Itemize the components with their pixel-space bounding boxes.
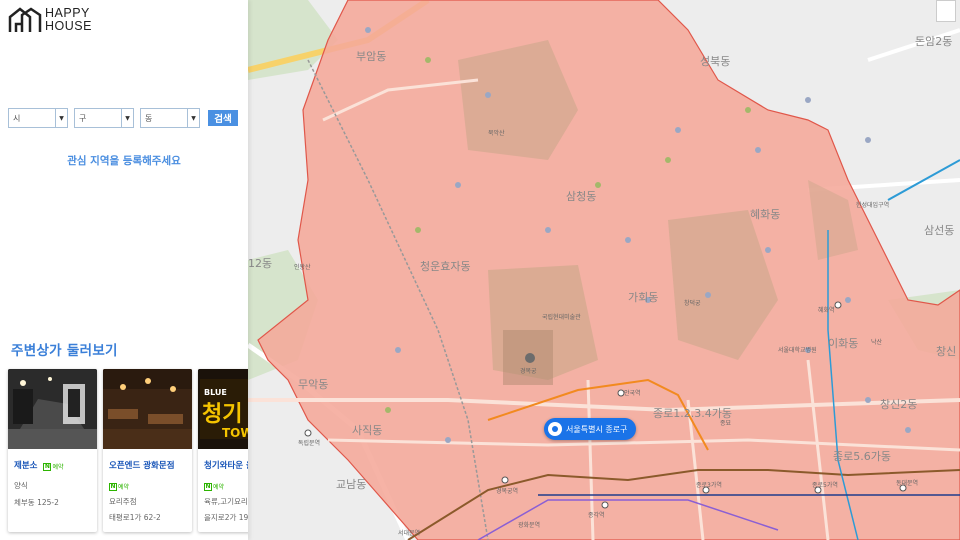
label-jonggak-station: 종각역 bbox=[588, 512, 605, 519]
npay-reservation-badge: N 예약 bbox=[204, 482, 224, 491]
npay-reservation-line: N 예약 bbox=[109, 473, 129, 492]
store-name: 오픈엔드 광화문점 bbox=[109, 461, 175, 471]
store-card[interactable]: 제분소 N 예약 양식 체부동 125-2 bbox=[8, 369, 97, 532]
npay-label: 예약 bbox=[213, 484, 225, 491]
store-name: 청기와타운 을지로 bbox=[204, 461, 248, 471]
label-gyeongbokgung: 경복궁 bbox=[520, 368, 537, 375]
npay-icon: N bbox=[43, 462, 52, 471]
label-buam: 부암동 bbox=[356, 50, 387, 63]
search-button[interactable]: 검색 bbox=[208, 110, 238, 126]
city-select[interactable]: 시 ▼ bbox=[8, 108, 68, 128]
label-samcheong: 삼청동 bbox=[566, 190, 597, 203]
label-jongno5-station: 종로5가역 bbox=[812, 482, 838, 489]
npay-label: 예약 bbox=[118, 484, 130, 491]
region-search-form: 시 ▼ 구 ▼ 동 ▼ 검색 bbox=[8, 108, 238, 128]
section-title: 주변상가 둘러보기 bbox=[11, 343, 118, 359]
chevron-down-icon: ▼ bbox=[121, 109, 133, 127]
label-hyehwa-station: 혜화역 bbox=[818, 307, 835, 314]
label-dongdaemun-station: 동대문역 bbox=[896, 480, 919, 487]
label-changdeokgung: 창덕궁 bbox=[684, 300, 701, 307]
store-address: 을지로2가 199 bbox=[204, 513, 248, 522]
label-anguk-station: 안국역 bbox=[624, 390, 641, 397]
label-jongno3-station: 종로3가역 bbox=[696, 482, 722, 489]
npay-reservation-line: N 예약 bbox=[204, 473, 224, 492]
district-select[interactable]: 구 ▼ bbox=[74, 108, 134, 128]
logo-line2: HOUSE bbox=[45, 19, 92, 33]
dong-select[interactable]: 동 ▼ bbox=[140, 108, 200, 128]
label-bugaksan: 북악산 bbox=[488, 130, 505, 137]
npay-icon: N bbox=[204, 482, 212, 491]
logo[interactable]: HAPPY HOUSE bbox=[8, 6, 92, 34]
store-photo: BLUE 청기 TOW bbox=[198, 369, 248, 449]
store-card[interactable]: BLUE 청기 TOW 청기와타운 을지로 N예약 육류,고기요리 을지로2가 … bbox=[198, 369, 248, 532]
label-hansung-station: 한성대입구역 bbox=[856, 202, 890, 209]
store-photo bbox=[8, 369, 97, 449]
store-photo bbox=[103, 369, 192, 449]
store-name: 제분소 N 예약 bbox=[14, 459, 63, 471]
label-dongnimmun-station: 독립문역 bbox=[298, 440, 321, 447]
label-cheongun: 청운효자동 bbox=[420, 260, 471, 273]
label-ihwa: 이화동 bbox=[828, 337, 859, 350]
chevron-down-icon: ▼ bbox=[187, 109, 199, 127]
map-pin-icon bbox=[548, 422, 562, 436]
label-samseon: 삼선동 bbox=[924, 224, 955, 237]
store-card-list: 제분소 N 예약 양식 체부동 125-2 오픈엔드 광화문점 N 예약 요리주… bbox=[8, 369, 248, 532]
store-address: 태평로1가 62-2 bbox=[109, 513, 161, 522]
label-hyehwa: 혜화동 bbox=[750, 208, 781, 221]
label-changsin2: 창신2동 bbox=[880, 398, 918, 411]
store-card[interactable]: 오픈엔드 광화문점 N 예약 요리주점 태평로1가 62-2 bbox=[103, 369, 192, 532]
store-category: 육류,고기요리 bbox=[204, 497, 248, 506]
register-interest-message[interactable]: 관심 지역을 등록해주세요 bbox=[0, 153, 248, 168]
npay-label: 예약 bbox=[52, 464, 64, 471]
sign-line1: BLUE bbox=[204, 388, 227, 397]
label-jongmyo: 종묘 bbox=[720, 420, 732, 427]
store-name-text: 제분소 bbox=[14, 461, 38, 471]
city-select-value: 시 bbox=[13, 113, 21, 123]
label-gyeongbokgung-station: 경복궁역 bbox=[496, 488, 519, 495]
sign-line3: TOW bbox=[222, 426, 248, 440]
label-gyonam: 교남동 bbox=[336, 478, 367, 491]
region-marker-label: 서울특별시 종로구 bbox=[566, 424, 628, 434]
house-logo-icon bbox=[8, 7, 42, 32]
label-12dong: 12동 bbox=[248, 257, 273, 270]
label-donam: 돈암2동 bbox=[915, 35, 953, 48]
label-inwangsan: 인왕산 bbox=[294, 264, 311, 271]
npay-reservation-badge: N 예약 bbox=[43, 462, 63, 471]
label-seongbuk: 성북동 bbox=[700, 55, 731, 68]
label-naksan: 낙산 bbox=[871, 339, 883, 346]
district-select-value: 구 bbox=[79, 113, 87, 123]
store-address: 체부동 125-2 bbox=[14, 498, 59, 507]
sidebar: HAPPY HOUSE 시 ▼ 구 ▼ 동 ▼ 검색 관심 지역을 등록해주세요… bbox=[0, 0, 248, 540]
store-category: 양식 bbox=[14, 481, 28, 490]
dong-select-value: 동 bbox=[145, 113, 153, 123]
region-marker[interactable]: 서울특별시 종로구 bbox=[544, 418, 637, 440]
label-jongno56: 종로5.6가동 bbox=[833, 450, 891, 463]
npay-icon: N bbox=[109, 482, 117, 491]
label-snuh: 서울대학교병원 bbox=[778, 347, 817, 354]
chevron-down-icon: ▼ bbox=[55, 109, 67, 127]
label-gwanghwamun-station: 광화문역 bbox=[518, 522, 541, 529]
label-sajik: 사직동 bbox=[352, 424, 383, 437]
map-view[interactable]: 부암동 성북동 돈암2동 삼청동 혜화동 삼선동 청운효자동 가회동 이화동 창… bbox=[248, 0, 960, 540]
logo-text: HAPPY HOUSE bbox=[45, 7, 92, 33]
label-mmca: 국립현대미술관 bbox=[542, 314, 581, 321]
label-seodaemun-station: 서대문역 bbox=[398, 530, 421, 537]
label-muak: 무악동 bbox=[298, 378, 329, 391]
label-gahoe: 가회동 bbox=[628, 291, 659, 304]
store-category: 요리주점 bbox=[109, 497, 137, 506]
sign-line2: 청기 bbox=[202, 402, 242, 427]
map-control-button[interactable] bbox=[936, 0, 956, 22]
label-changsin: 창신 bbox=[936, 345, 957, 358]
npay-reservation-badge: N 예약 bbox=[109, 482, 129, 491]
